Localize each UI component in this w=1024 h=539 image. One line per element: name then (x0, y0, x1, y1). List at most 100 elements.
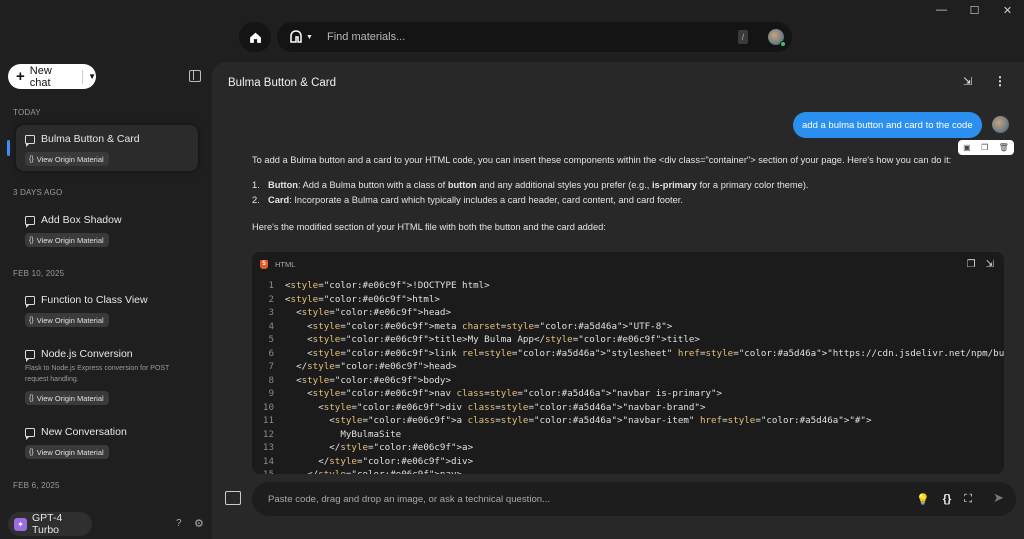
code-text: MyBulmaSite (285, 428, 402, 440)
message-input-placeholder[interactable]: Paste code, drag and drop an image, or a… (268, 494, 916, 505)
code-line: 5 <style="color:#e06c9f">title>My Bulma … (252, 333, 1004, 347)
view-origin-button[interactable]: {} View Origin Material (25, 445, 109, 459)
sidebar-item-label: Function to Class View (41, 294, 148, 306)
assistant-after-list: Here's the modified section of your HTML… (252, 222, 606, 232)
brand-menu-button[interactable]: ▼ (283, 30, 319, 44)
code-line: 6 <style="color:#e06c9f">link rel=style=… (252, 347, 1004, 361)
chat-icon (25, 215, 35, 228)
code-braces-icon[interactable]: {} (943, 493, 952, 505)
line-number: 5 (268, 334, 274, 345)
chevron-down-icon[interactable]: ▼ (88, 72, 96, 81)
code-line: 15 </style="color:#e06c9f">nav> (252, 468, 1004, 474)
code-text: </style="color:#e06c9f">div> (285, 455, 474, 467)
toggle-sidebar-icon[interactable] (189, 70, 201, 82)
code-braces-icon: {} (29, 448, 34, 456)
code-block: 5 HTML ❐ ⇲ 1 <style="color:#e06c9f">!DOCTY… (252, 252, 1004, 474)
code-line: 12 MyBulmaSite (252, 428, 1004, 442)
user-message: add a bulma button and card to the code (793, 112, 982, 138)
view-origin-button[interactable]: {} View Origin Material (25, 152, 109, 166)
home-button[interactable] (239, 22, 271, 52)
message-input[interactable]: Paste code, drag and drop an image, or a… (252, 482, 1016, 516)
minimize-icon[interactable]: — (925, 0, 958, 20)
line-number: 6 (268, 347, 274, 359)
code-text: <style="color:#e06c9f">body> (285, 374, 451, 386)
avatar[interactable] (768, 29, 786, 47)
line-number: 15 (252, 468, 274, 474)
new-chat-button[interactable]: + New chat ▼ (8, 64, 96, 89)
code-text: <style="color:#e06c9f">div class=style="… (285, 401, 706, 413)
lightbulb-icon[interactable]: 💡 (916, 493, 930, 506)
view-origin-label: View Origin Material (36, 447, 104, 457)
close-icon[interactable]: ✕ (991, 0, 1024, 20)
view-origin-label: View Origin Material (36, 154, 104, 164)
code-text: <style="color:#e06c9f">html> (285, 293, 440, 305)
view-origin-button[interactable]: {} View Origin Material (25, 313, 109, 327)
list-text: : Incorporate a Bulma card which typical… (289, 195, 683, 205)
sidebar-item-add-box-shadow[interactable]: Add Box Shadow {} View Origin Material (16, 206, 198, 250)
line-number: 11 (262, 415, 274, 426)
brand-icon (290, 30, 302, 43)
section-label-feb-10: FEB 10, 2025 (13, 269, 65, 278)
model-label: GPT-4 Turbo (31, 512, 63, 536)
list-item: 1. Button: Add a Bulma button with a clas… (252, 180, 809, 190)
sidebar-item-nodejs-conversion[interactable]: Node.js Conversion Flask to Node.js Expr… (16, 340, 198, 408)
list-text: for a primary color theme). (696, 180, 809, 190)
sidebar-item-label: Bulma Button & Card (41, 133, 140, 145)
comment-icon[interactable]: ▣ (963, 143, 971, 152)
send-icon[interactable]: ➤ (993, 490, 1004, 506)
collapse-icon[interactable]: ⇲ (963, 75, 972, 88)
window-controls: — ☐ ✕ (925, 0, 1024, 20)
copy-icon[interactable]: ❐ (981, 143, 988, 152)
home-icon (249, 32, 261, 43)
sidebar-item-bulma-button-card[interactable]: Bulma Button & Card {} View Origin Materi… (16, 125, 198, 171)
code-text: <style="color:#e06c9f">title>My Bulma Ap… (285, 334, 700, 345)
code-line: 8 <style="color:#e06c9f">body> (252, 374, 1004, 388)
code-line: 9 <style="color:#e06c9f">nav class=style… (252, 387, 1004, 401)
gear-icon[interactable]: ⚙ (194, 517, 204, 530)
code-line: 13 </style="color:#e06c9f">a> (252, 441, 1004, 455)
line-number: 1 (268, 280, 274, 291)
user-avatar (992, 116, 1009, 133)
plus-icon: + (16, 68, 25, 85)
code-line: 7 </style="color:#e06c9f">head> (252, 360, 1004, 374)
search-input[interactable]: Find materials... (327, 31, 738, 43)
code-line: 11 <style="color:#e06c9f">a class=style=… (252, 414, 1004, 428)
code-braces-icon: {} (29, 316, 34, 324)
code-text: <style="color:#e06c9f">a class=style="co… (285, 415, 872, 426)
page-title: Bulma Button & Card (228, 77, 337, 89)
sidebar-item-new-conversation[interactable]: New Conversation {} View Origin Material (16, 418, 198, 462)
list-bold: is-primary (651, 180, 697, 190)
collapse-icon[interactable]: ⇲ (986, 259, 994, 270)
assistant-intro: To add a Bulma button and a card to your… (252, 155, 952, 165)
screenshot-icon[interactable]: ⛶ (964, 493, 972, 506)
sidebar-item-subtitle: Flask to Node.js Express conversion for … (25, 365, 170, 383)
code-text: </style="color:#e06c9f">head> (285, 361, 457, 372)
copy-icon[interactable]: ❐ (967, 259, 976, 270)
more-options-icon[interactable]: ⋮ (994, 74, 1006, 88)
help-icon[interactable]: ? (176, 518, 182, 529)
view-origin-button[interactable]: {} View Origin Material (25, 233, 109, 247)
code-text: <style="color:#e06c9f">!DOCTYPE html> (285, 280, 490, 291)
section-label-3-days-ago: 3 DAYS AGO (13, 188, 63, 197)
chat-icon (25, 427, 35, 440)
chat-icon (25, 295, 35, 308)
line-number: 2 (268, 293, 274, 305)
code-lines: 1 <style="color:#e06c9f">!DOCTYPE html> 2 <… (252, 279, 1004, 474)
search-bar[interactable]: ▼ Find materials... / (277, 22, 792, 52)
model-selector[interactable]: ✦ GPT-4 Turbo (8, 512, 92, 536)
section-label-today: TODAY (13, 108, 41, 117)
view-origin-label: View Origin Material (36, 315, 104, 325)
new-chat-icon[interactable] (225, 491, 241, 505)
line-number: 13 (262, 442, 274, 453)
maximize-icon[interactable]: ☐ (958, 0, 991, 20)
view-origin-button[interactable]: {} View Origin Material (25, 391, 109, 405)
list-number: 2. (252, 195, 260, 205)
new-chat-label: New chat (29, 64, 52, 89)
sidebar-item-function-to-class-view[interactable]: Function to Class View {} View Origin Mat… (16, 286, 198, 330)
code-text: </style="color:#e06c9f">a> (285, 442, 474, 453)
divider (82, 69, 84, 84)
delete-icon[interactable]: 🗑 (999, 143, 1009, 152)
code-text: </style="color:#e06c9f">nav> (285, 468, 462, 474)
view-origin-label: View Origin Material (36, 235, 104, 245)
view-origin-label: View Origin Material (36, 393, 104, 403)
